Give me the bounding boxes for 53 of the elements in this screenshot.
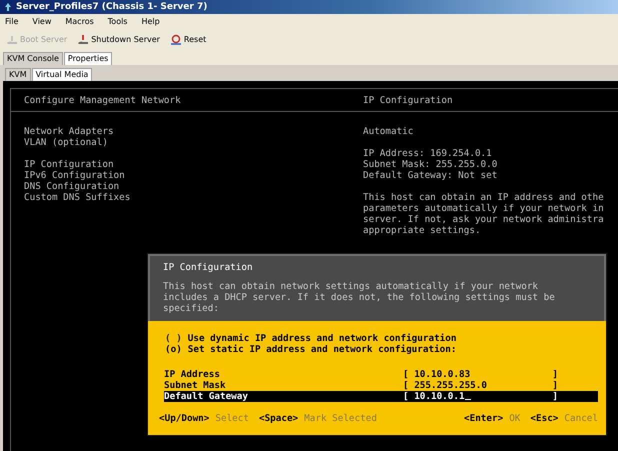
- key-action: Cancel: [564, 413, 598, 424]
- toolbar-button[interactable]: Shutdown Server: [75, 32, 162, 46]
- detail-text: IP Address: 169.254.0.1: [363, 148, 493, 159]
- menu-option[interactable]: DNS Configuration: [24, 181, 363, 192]
- detail-text: Subnet Mask: 255.255.0.0: [363, 159, 498, 170]
- menu-item[interactable]: Macros: [65, 17, 94, 26]
- field-row[interactable]: IP Address [ 10.10.0.83 ]: [164, 369, 598, 380]
- description-text: appropriate settings.: [363, 225, 482, 236]
- menu-option[interactable]: VLAN (optional): [24, 137, 363, 148]
- tab[interactable]: KVM Console: [3, 52, 63, 65]
- mode-text: Automatic: [363, 126, 414, 137]
- key-hint: <Space>: [258, 413, 298, 424]
- field-label: IP Address: [164, 369, 220, 380]
- menu-item[interactable]: View: [32, 17, 52, 26]
- radio-button[interactable]: (o): [165, 344, 182, 355]
- menu-item[interactable]: File: [5, 17, 18, 26]
- menu-option[interactable]: Custom DNS Suffixes: [24, 192, 363, 203]
- description-text: This host can obtain an IP address and othe: [363, 192, 604, 203]
- description-text: server. If not, ask your network administra: [363, 214, 604, 225]
- input-field[interactable]: [ 255.255.255.0 ]: [403, 380, 558, 391]
- field-label: Default Gateway: [164, 391, 248, 402]
- field-label: Subnet Mask: [164, 380, 226, 391]
- key-action: Mark Selected: [304, 413, 377, 424]
- key-hint: <Up/Down>: [159, 413, 210, 424]
- field-row[interactable]: Default Gateway [ 10.10.0.1 ]: [164, 391, 598, 402]
- menu-item[interactable]: Tools: [108, 17, 128, 26]
- menu-option[interactable]: IPv6 Configuration: [24, 170, 363, 181]
- tab[interactable]: KVM: [5, 68, 31, 81]
- screen-title: IP Configuration: [363, 94, 453, 106]
- input-field[interactable]: [ 10.10.0.1 ]: [403, 391, 558, 402]
- dialog-text: This host can obtain network settings automatically if your network: [163, 281, 540, 292]
- menu-option[interactable]: IP Configuration: [24, 159, 363, 170]
- tab[interactable]: Virtual Media: [32, 68, 92, 81]
- radio-button[interactable]: ( ): [165, 333, 182, 344]
- radio-label[interactable]: Set static IP address and network configuration:: [188, 344, 456, 355]
- detail-text: Default Gateway: Not set: [363, 170, 498, 181]
- dialog-title: IP Configuration: [163, 262, 254, 273]
- radio-label[interactable]: Use dynamic IP address and network configuration: [188, 333, 456, 344]
- dialog-text: specified:: [163, 303, 220, 314]
- key-hint: <Enter>: [464, 413, 504, 424]
- key-action: Select: [215, 413, 249, 424]
- dialog-text: includes a DHCP server. If it does not, the following settings must be: [163, 292, 556, 303]
- menu-option[interactable]: Network Adapters: [24, 126, 363, 137]
- window-title: Server_Profiles7 (Chassis 1- Server 7): [16, 2, 208, 12]
- tab[interactable]: Properties: [64, 52, 112, 65]
- input-field[interactable]: [ 10.10.0.83 ]: [403, 369, 558, 380]
- screen-title: Configure Management Network: [23, 94, 182, 106]
- key-hint: <Esc>: [530, 413, 558, 424]
- menu-item[interactable]: Help: [141, 17, 160, 26]
- key-action: OK: [509, 413, 520, 424]
- field-row[interactable]: Subnet Mask [ 255.255.255.0 ]: [164, 380, 598, 391]
- toolbar-button[interactable]: Reset: [168, 32, 208, 46]
- description-text: parameters automatically if your network in: [363, 203, 604, 214]
